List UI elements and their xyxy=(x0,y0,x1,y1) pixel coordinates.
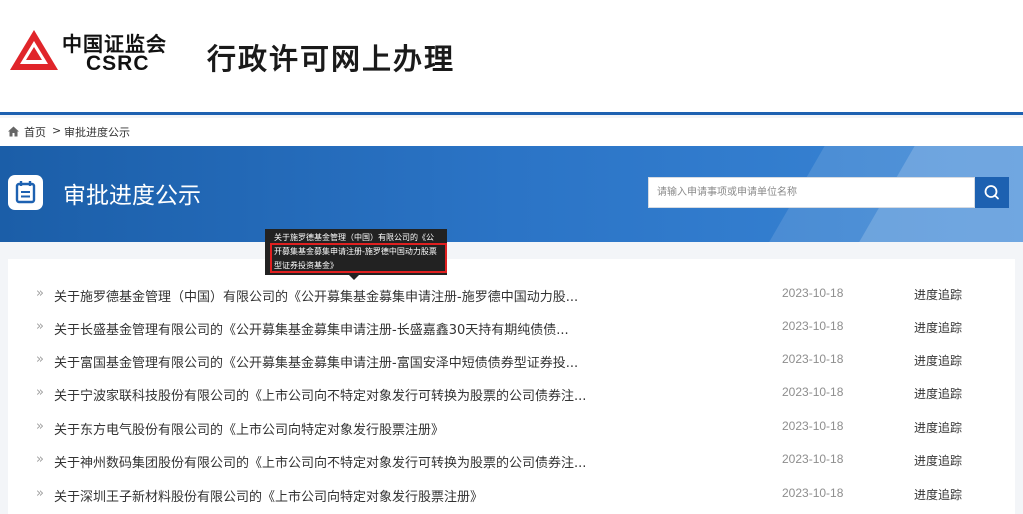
list-item: » 关于神州数码集团股份有限公司的《上市公司向不特定对象发行可转换为股票的公司债… xyxy=(8,452,1015,485)
list-item-title-link[interactable]: 关于富国基金管理有限公司的《公开募集基金募集申请注册-富国安泽中短债债券型证券投… xyxy=(54,352,578,371)
csrc-logo-icon[interactable] xyxy=(8,28,60,72)
list-item-title-link[interactable]: 关于宁波家联科技股份有限公司的《上市公司向不特定对象发行可转换为股票的公司债券注… xyxy=(54,385,586,404)
progress-tracking-link[interactable]: 进度追踪 xyxy=(914,286,962,303)
list-item-title-link[interactable]: 关于神州数码集团股份有限公司的《上市公司向不特定对象发行可转换为股票的公司债券注… xyxy=(54,452,586,471)
search-input[interactable] xyxy=(648,177,975,208)
page-title: 审批进度公示 xyxy=(63,183,201,209)
breadcrumb-separator: > xyxy=(52,124,62,137)
calendar-icon xyxy=(8,175,43,210)
list-item-date: 2023-10-18 xyxy=(782,352,844,366)
list-bullet: » xyxy=(36,352,44,367)
list-bullet: » xyxy=(36,419,44,434)
list-item: » 关于深圳王子新材料股份有限公司的《上市公司向特定对象发行股票注册》 2023… xyxy=(8,486,1015,514)
list-item-date: 2023-10-18 xyxy=(782,486,844,500)
list-bullet: » xyxy=(36,452,44,467)
search-icon xyxy=(984,185,999,200)
logo-english-name: CSRC xyxy=(86,52,150,75)
approval-progress-list: » 关于施罗德基金管理（中国）有限公司的《公开募集基金募集申请注册-施罗德中国动… xyxy=(8,259,1015,514)
list-item-title-link[interactable]: 关于施罗德基金管理（中国）有限公司的《公开募集基金募集申请注册-施罗德中国动力股… xyxy=(54,286,578,305)
progress-tracking-link[interactable]: 进度追踪 xyxy=(914,319,962,336)
progress-tracking-link[interactable]: 进度追踪 xyxy=(914,352,962,369)
site-title: 行政许可网上办理 xyxy=(207,42,456,76)
list-item-title-link[interactable]: 关于东方电气股份有限公司的《上市公司向特定对象发行股票注册》 xyxy=(54,419,444,438)
list-item-date: 2023-10-18 xyxy=(782,319,844,333)
breadcrumb: 首页 > 审批进度公示 xyxy=(0,118,1023,146)
list-item-date: 2023-10-18 xyxy=(782,286,844,300)
list-bullet: » xyxy=(36,486,44,501)
list-item-title-link[interactable]: 关于深圳王子新材料股份有限公司的《上市公司向特定对象发行股票注册》 xyxy=(54,486,483,505)
list-item: » 关于东方电气股份有限公司的《上市公司向特定对象发行股票注册》 2023-10… xyxy=(8,419,1015,452)
site-header: 中国证监会 CSRC 行政许可网上办理 xyxy=(0,0,1023,115)
list-item-date: 2023-10-18 xyxy=(782,452,844,466)
home-icon xyxy=(8,126,19,137)
progress-tracking-link[interactable]: 进度追踪 xyxy=(914,385,962,402)
tooltip-arrow xyxy=(349,275,359,280)
list-item: » 关于长盛基金管理有限公司的《公开募集基金募集申请注册-长盛嘉鑫30天持有期纯… xyxy=(8,319,1015,352)
list-bullet: » xyxy=(36,286,44,301)
breadcrumb-current: 审批进度公示 xyxy=(64,126,130,139)
list-bullet: » xyxy=(36,385,44,400)
progress-tracking-link[interactable]: 进度追踪 xyxy=(914,419,962,436)
list-bullet: » xyxy=(36,319,44,334)
search-button[interactable] xyxy=(975,177,1009,208)
tooltip-highlight-box xyxy=(270,243,447,273)
list-item-date: 2023-10-18 xyxy=(782,385,844,399)
breadcrumb-home-link[interactable]: 首页 xyxy=(24,124,46,140)
progress-tracking-link[interactable]: 进度追踪 xyxy=(914,486,962,503)
list-item: » 关于宁波家联科技股份有限公司的《上市公司向不特定对象发行可转换为股票的公司债… xyxy=(8,385,1015,418)
progress-tracking-link[interactable]: 进度追踪 xyxy=(914,452,962,469)
list-item: » 关于富国基金管理有限公司的《公开募集基金募集申请注册-富国安泽中短债债券型证… xyxy=(8,352,1015,385)
list-item: » 关于施罗德基金管理（中国）有限公司的《公开募集基金募集申请注册-施罗德中国动… xyxy=(8,286,1015,319)
list-item-title-link[interactable]: 关于长盛基金管理有限公司的《公开募集基金募集申请注册-长盛嘉鑫30天持有期纯债债… xyxy=(54,319,569,338)
list-item-date: 2023-10-18 xyxy=(782,419,844,433)
title-tooltip: 关于施罗德基金管理（中国）有限公司的《公开募集基金募集申请注册-施罗德中国动力股… xyxy=(265,229,447,280)
